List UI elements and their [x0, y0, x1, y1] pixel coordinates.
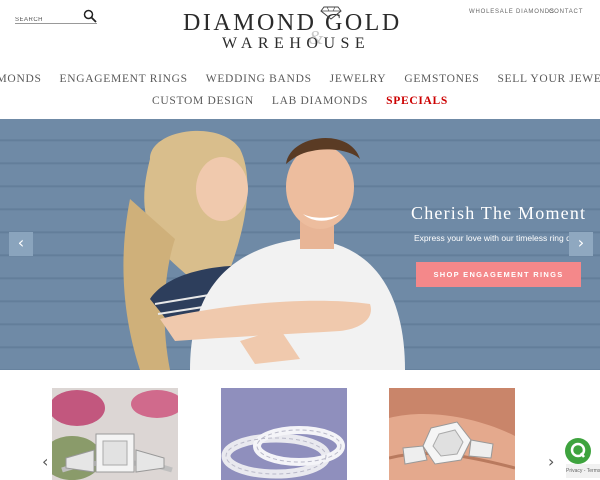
- search-input[interactable]: [15, 13, 77, 27]
- bands-image: [221, 388, 347, 480]
- main-nav-row1: DIAMONDS ENGAGEMENT RINGS WEDDING BANDS …: [0, 73, 600, 85]
- chat-icon: [570, 442, 586, 458]
- link-contact[interactable]: CONTACT: [549, 9, 583, 15]
- shop-engagement-rings-button[interactable]: SHOP ENGAGEMENT RINGS: [416, 262, 581, 287]
- nav-lab-diamonds[interactable]: LAB DIAMONDS: [272, 95, 368, 107]
- product-tile-asscher-ring-on-hand[interactable]: [389, 388, 515, 480]
- hero-prev-arrow-icon[interactable]: ‹: [9, 232, 33, 256]
- nav-jewelry[interactable]: JEWELRY: [330, 73, 387, 85]
- privacy-terms-badge[interactable]: Privacy - Terms: [566, 464, 600, 478]
- diamond-icon: [320, 6, 342, 20]
- hero-photo-couple: [123, 130, 405, 370]
- hero-subtitle: Express your love with our timeless ring…: [414, 233, 574, 243]
- product-tile-emerald-cut-ring[interactable]: [52, 388, 178, 480]
- nav-specials[interactable]: SPECIALS: [386, 95, 448, 107]
- hand-ring-image: [389, 388, 515, 480]
- logo-line2: WAREHOUSE: [222, 35, 371, 52]
- main-nav-row2: CUSTOM DESIGN LAB DIAMONDS SPECIALS: [0, 95, 600, 107]
- chat-widget-button[interactable]: [565, 438, 591, 464]
- nav-custom-design[interactable]: CUSTOM DESIGN: [152, 95, 254, 107]
- hero-banner: Cherish The Moment Express your love wit…: [0, 119, 600, 370]
- site-logo[interactable]: DIAMOND GOLD & WAREHOUSE: [180, 6, 420, 52]
- product-tile-eternity-bands[interactable]: [221, 388, 347, 480]
- carousel-prev-icon[interactable]: ‹: [42, 452, 48, 471]
- hero-next-arrow-icon[interactable]: ›: [569, 232, 593, 256]
- nav-diamonds[interactable]: DIAMONDS: [0, 73, 42, 85]
- nav-engagement-rings[interactable]: ENGAGEMENT RINGS: [60, 73, 188, 85]
- search-box[interactable]: [15, 8, 97, 27]
- search-icon[interactable]: [83, 9, 97, 23]
- nav-gemstones[interactable]: GEMSTONES: [404, 73, 479, 85]
- link-wholesale-diamonds[interactable]: WHOLESALE DIAMONDS: [469, 9, 555, 15]
- carousel-next-icon[interactable]: ›: [548, 452, 554, 471]
- ring-image: [52, 388, 178, 480]
- hero-title: Cherish The Moment: [411, 203, 587, 223]
- logo-line1: DIAMOND GOLD: [183, 10, 402, 36]
- nav-sell-your-jewelry[interactable]: SELL YOUR JEWELRY: [497, 73, 600, 85]
- nav-wedding-bands[interactable]: WEDDING BANDS: [206, 73, 312, 85]
